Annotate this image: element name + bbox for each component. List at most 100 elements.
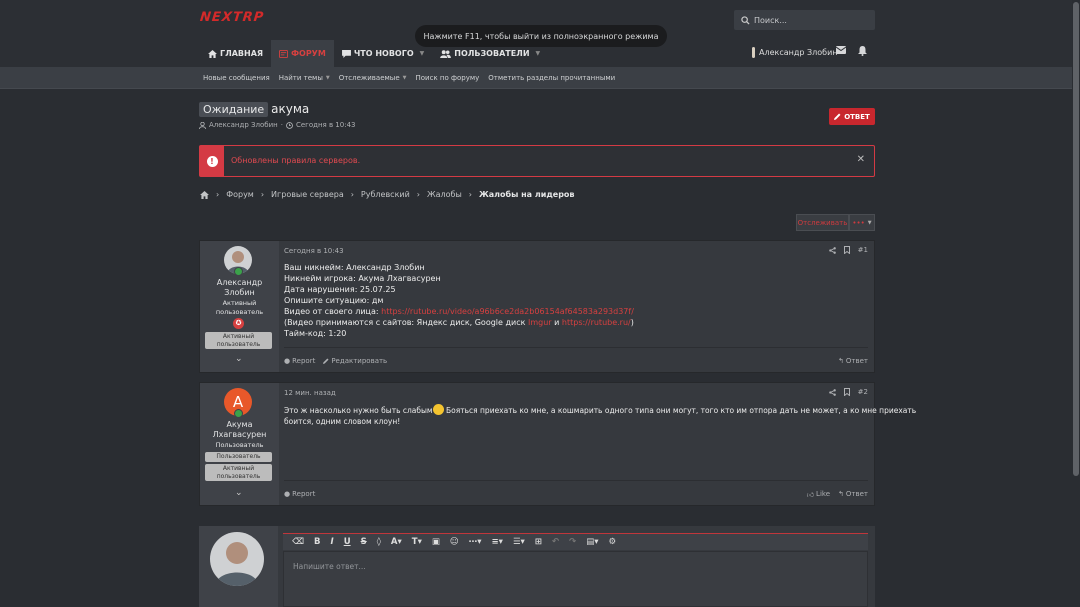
share-icon[interactable]	[828, 388, 836, 396]
post-author-name[interactable]: Акума Лхагвасурен	[200, 420, 279, 440]
bell-icon[interactable]	[858, 46, 867, 56]
report-icon: ●	[284, 490, 291, 498]
thread-date[interactable]: Сегодня в 10:43	[296, 121, 356, 129]
report-button[interactable]: ● Report	[284, 357, 315, 365]
chevron-down-icon[interactable]: ▼	[420, 50, 425, 57]
redo-icon[interactable]: ↷	[569, 537, 576, 547]
subnav-mark-read[interactable]: Отметить разделы прочитанными	[488, 74, 615, 82]
post-line: Тайм-код: 1:20	[284, 329, 347, 338]
nav-tab-whats-new[interactable]: ЧТО НОВОГО ▼	[334, 40, 432, 67]
subnav-find-threads[interactable]: Найти темы	[279, 74, 323, 82]
chevron-down-icon[interactable]: ⌄	[235, 354, 243, 364]
chevron-down-icon[interactable]: ▼	[403, 75, 407, 81]
post-line-text: и	[551, 318, 562, 327]
bold-icon[interactable]: B	[314, 537, 320, 547]
reply-label: Ответ	[845, 357, 868, 365]
subnav-new-posts[interactable]: Новые сообщения	[203, 74, 270, 82]
mail-icon[interactable]	[836, 46, 846, 54]
chevron-right-icon: ›	[350, 190, 354, 199]
like-button[interactable]: 👍︎ Like	[807, 490, 830, 499]
post-line-text: Видео от своего лица:	[284, 307, 382, 316]
user-name: Александр Злобин	[759, 48, 838, 57]
quote-reply-button[interactable]: ↰ Ответ	[838, 357, 868, 365]
clock-icon	[286, 121, 293, 129]
subnav-watched[interactable]: Отслеживаемые	[339, 74, 400, 82]
user-badge: Пользователь	[205, 452, 272, 462]
image-icon[interactable]: ▣	[432, 537, 440, 547]
align-icon[interactable]: ≡▾	[492, 537, 503, 547]
nav-tab-forum[interactable]: ФОРУМ	[271, 40, 334, 67]
font-icon[interactable]: A▾	[391, 537, 402, 547]
user-avatar-icon	[752, 47, 755, 58]
post-author-panel: А Акума Лхагвасурен Пользователь Пользова…	[200, 383, 279, 505]
breadcrumb-item[interactable]: Жалобы	[427, 190, 462, 199]
rutube-link[interactable]: https://rutube.ru/	[562, 318, 631, 327]
reply-textarea[interactable]: Напишите ответ...	[283, 551, 868, 607]
post-1: Александр Злобин Активный пользователь ✪ А…	[199, 240, 875, 373]
eraser-icon[interactable]: ⌫	[292, 537, 304, 547]
thread-author[interactable]: Александр Злобин	[209, 121, 278, 129]
underline-icon[interactable]: U	[344, 537, 351, 547]
edit-button[interactable]: Редактировать	[323, 357, 387, 365]
post-line: Дата нарушения: 25.07.25	[284, 285, 396, 294]
author-name-line: Злобин	[224, 288, 255, 297]
table-icon[interactable]: ⊞	[535, 537, 542, 547]
share-icon[interactable]	[828, 246, 836, 254]
edit-label: Редактировать	[331, 357, 388, 365]
alert-icon: !	[200, 146, 224, 176]
smiley-icon[interactable]: ☺	[450, 537, 459, 547]
chevron-down-icon[interactable]: ⌄	[235, 488, 243, 498]
settings-icon[interactable]: ⚙	[609, 537, 617, 547]
user-menu[interactable]: Александр Злобин	[751, 47, 838, 58]
reply-button[interactable]: ОТВЕТ	[829, 108, 875, 125]
strikethrough-icon[interactable]: S	[361, 537, 367, 547]
post-number[interactable]: #1	[858, 246, 868, 254]
bookmark-icon[interactable]	[843, 388, 850, 396]
subnav-search-forums[interactable]: Поиск по форуму	[416, 74, 480, 82]
color-icon[interactable]: ◊	[377, 537, 381, 547]
post-line: (Видео принимаются с сайтов: Яндекс диск…	[284, 317, 634, 328]
more-icon[interactable]: ⋯▾	[469, 537, 482, 547]
site-logo[interactable]: NEXTRP	[199, 10, 265, 25]
editor-author-panel	[199, 526, 278, 607]
page-scrollbar[interactable]	[1072, 0, 1080, 607]
bookmark-icon[interactable]	[843, 246, 850, 254]
more-dots: •••	[852, 218, 865, 227]
laughing-emoji-icon	[432, 404, 444, 415]
nav-tab-home[interactable]: ГЛАВНАЯ	[200, 40, 271, 67]
chat-icon	[341, 49, 351, 58]
scrollbar-thumb[interactable]	[1073, 2, 1079, 476]
breadcrumb-item[interactable]: Игровые сервера	[271, 190, 344, 199]
list-icon[interactable]: ☰▾	[513, 537, 525, 547]
search-input[interactable]: Поиск...	[734, 10, 875, 30]
italic-icon[interactable]: I	[331, 537, 334, 547]
reply-editor: ⌫ B I U S ◊ A▾ T▾ ▣ ☺ ⋯▾ ≡▾ ☰▾ ⊞ ↶ ↷ ▤▾ …	[199, 526, 875, 607]
font-size-icon[interactable]: T▾	[412, 537, 422, 547]
imgur-link[interactable]: Imgur	[528, 318, 552, 327]
report-button[interactable]: ● Report	[284, 490, 315, 498]
post-date[interactable]: 12 мин. назад	[284, 389, 336, 397]
close-icon[interactable]: ✕	[857, 154, 865, 165]
post-author-name[interactable]: Александр Злобин	[200, 278, 279, 298]
undo-icon[interactable]: ↶	[552, 537, 559, 547]
chevron-down-icon[interactable]: ▼	[326, 75, 330, 81]
role-line: Пользователь	[215, 441, 264, 449]
chevron-down-icon[interactable]: ▼	[536, 50, 541, 57]
post-date[interactable]: Сегодня в 10:43	[284, 247, 344, 255]
breadcrumb-current[interactable]: Жалобы на лидеров	[479, 190, 575, 199]
role-line: Активный	[222, 299, 257, 307]
post-body: Ваш никнейм: Александр Злобин Никнейм иг…	[284, 262, 634, 339]
post-line-text: )	[630, 318, 634, 327]
author-name-line: Александр	[216, 278, 263, 287]
post-author-panel: Александр Злобин Активный пользователь ✪ А…	[200, 241, 279, 372]
breadcrumb-item[interactable]: Форум	[226, 190, 254, 199]
home-icon[interactable]	[200, 190, 209, 199]
post-number[interactable]: #2	[858, 388, 868, 396]
video-link[interactable]: https://rutube.ru/video/a96b6ce2da2b0615…	[381, 307, 634, 316]
drafts-icon[interactable]: ▤▾	[586, 537, 598, 547]
post-tools: #2	[828, 388, 868, 396]
follow-button[interactable]: Отслеживать	[796, 214, 849, 231]
more-options-button[interactable]: ••• ▼	[849, 214, 875, 231]
quote-reply-button[interactable]: ↰ Ответ	[838, 490, 868, 499]
breadcrumb-item[interactable]: Рублевский	[361, 190, 410, 199]
